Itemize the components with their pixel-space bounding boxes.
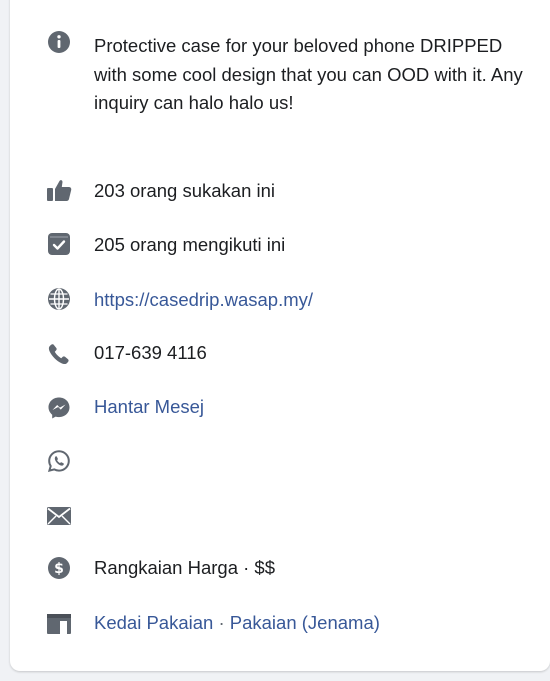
- follow-check-icon: [46, 231, 72, 257]
- category: Kedai Pakaian · Pakaian (Jenama): [94, 609, 380, 636]
- thumbs-up-icon: [46, 177, 72, 203]
- price-range: Rangkaian Harga · $$: [94, 557, 275, 578]
- messenger-icon: [46, 395, 72, 421]
- followers-count: 205 orang mengikuti ini: [94, 234, 286, 255]
- dollar-icon: $: [46, 555, 72, 581]
- about-text: Protective case for your beloved phone D…: [94, 35, 523, 113]
- svg-text:$: $: [54, 561, 64, 577]
- info-icon: [46, 29, 72, 55]
- category-link-clothing-brand[interactable]: Pakaian (Jenama): [230, 612, 380, 633]
- page-info-card: Protective case for your beloved phone D…: [10, 0, 550, 671]
- phone-icon: [46, 341, 72, 367]
- whatsapp-icon[interactable]: [46, 448, 72, 474]
- envelope-icon[interactable]: [46, 503, 72, 529]
- phone-number: 017-639 4116: [94, 342, 207, 363]
- send-message-link[interactable]: Hantar Mesej: [94, 393, 204, 420]
- category-separator: ·: [213, 612, 230, 633]
- category-link-clothing-store[interactable]: Kedai Pakaian: [94, 612, 213, 633]
- likes-count: 203 orang sukakan ini: [94, 180, 276, 201]
- website-link[interactable]: https://casedrip.wasap.my/: [94, 286, 313, 313]
- globe-icon: [46, 286, 72, 312]
- storefront-icon: [46, 611, 72, 637]
